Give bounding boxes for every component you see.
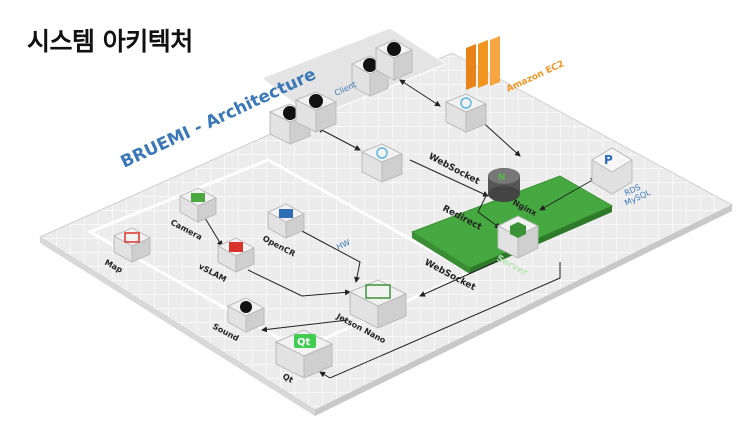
- speaker-icon: [240, 301, 252, 313]
- edge-browser-icon: [387, 42, 401, 56]
- diagram-canvas: 시스템 아키텍처 BRUEMI - Architecture Amazon EC…: [0, 0, 756, 423]
- vslam-ros-icon: [229, 242, 243, 252]
- qt-logo-text: Qt: [297, 337, 311, 348]
- opencr-chip-icon: [279, 209, 293, 218]
- edge-browser-icon-2: [309, 94, 323, 108]
- browser-icon: [363, 58, 377, 72]
- architecture-diagram: BRUEMI - Architecture Amazon EC2 WebSock…: [38, 27, 734, 416]
- camera-chip-icon: [191, 193, 205, 202]
- rds-logo-icon: P: [604, 153, 613, 167]
- browser-icon-2: [283, 106, 297, 120]
- ec2-label: Amazon EC2: [505, 59, 566, 94]
- nginx-logo-icon: N: [498, 173, 506, 183]
- amazon-ec2-icon: [466, 36, 500, 90]
